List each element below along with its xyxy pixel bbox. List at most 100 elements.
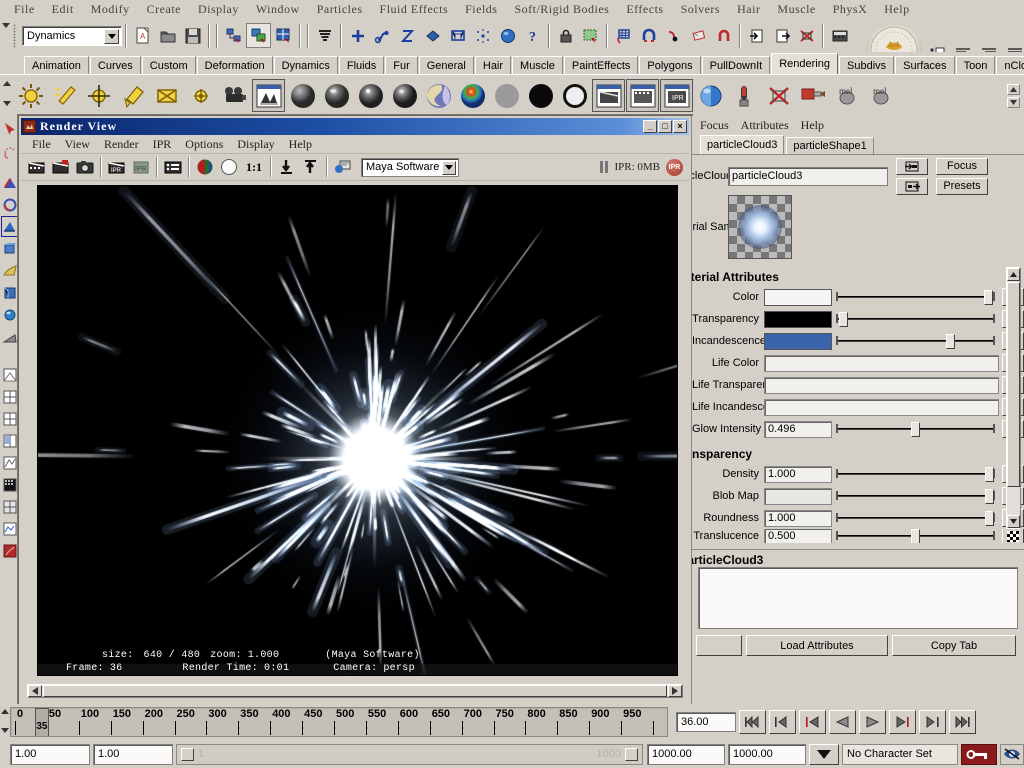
shelf-scroll-grip[interactable] bbox=[0, 77, 14, 115]
minimize-icon[interactable]: _ bbox=[643, 120, 657, 133]
go-to-input-icon[interactable] bbox=[896, 157, 928, 175]
chevron-down-icon[interactable] bbox=[104, 28, 119, 44]
snap-to-cv-icon[interactable] bbox=[445, 23, 470, 48]
scroll-down-icon[interactable] bbox=[1007, 515, 1020, 528]
show-manip-icon[interactable] bbox=[1, 282, 19, 303]
shelf-tab-general[interactable]: General bbox=[418, 56, 474, 74]
select-tool-icon[interactable] bbox=[1, 118, 19, 139]
play-backwards-button[interactable] bbox=[829, 710, 856, 734]
playback-end-field[interactable]: 1000.00 bbox=[647, 743, 725, 765]
menu-effects[interactable]: Effects bbox=[618, 1, 672, 18]
spot-light-icon[interactable] bbox=[116, 79, 149, 112]
menu-soft-rigid-bodies[interactable]: Soft/Rigid Bodies bbox=[506, 1, 618, 18]
menu-display[interactable]: Display bbox=[190, 1, 248, 18]
shelf-tab-fluids[interactable]: Fluids bbox=[338, 56, 385, 74]
ambient-light-icon[interactable] bbox=[14, 79, 47, 112]
render-sequence-icon[interactable] bbox=[626, 79, 659, 112]
menu-particles[interactable]: Particles bbox=[309, 1, 372, 18]
pause-icon[interactable] bbox=[600, 161, 609, 173]
color-swatch-transparency[interactable] bbox=[764, 310, 832, 328]
shelf-tab-animation[interactable]: Animation bbox=[24, 56, 89, 74]
tab-particlecloud3[interactable]: particleCloud3 bbox=[700, 135, 785, 154]
layout-outliner-persp-icon[interactable] bbox=[1, 430, 19, 451]
layout-persp-outliner-icon[interactable] bbox=[1, 518, 19, 539]
slider-transparency[interactable] bbox=[836, 311, 995, 328]
export-icon[interactable] bbox=[769, 23, 794, 48]
uniform-field-icon[interactable] bbox=[711, 23, 736, 48]
focus-button[interactable]: Focus bbox=[936, 157, 988, 175]
menu-set-selector[interactable]: Dynamics bbox=[22, 25, 122, 46]
ipr-render-region-icon[interactable]: IPR bbox=[105, 156, 129, 179]
render-view-title-bar[interactable]: Render View _ □ × bbox=[21, 118, 689, 135]
select-by-hierarchy-icon[interactable] bbox=[221, 23, 246, 48]
ipr-stop-icon[interactable]: IPR bbox=[129, 156, 153, 179]
import-icon[interactable] bbox=[744, 23, 769, 48]
lock-icon[interactable] bbox=[553, 23, 578, 48]
layout-persp-graph-icon[interactable] bbox=[1, 452, 19, 473]
menu-modify[interactable]: Modify bbox=[83, 1, 139, 18]
range-right-handle[interactable] bbox=[625, 747, 638, 761]
current-frame-field[interactable]: 36.00 bbox=[676, 712, 736, 732]
keep-image-icon[interactable] bbox=[275, 156, 299, 179]
snap-align-icon[interactable] bbox=[1, 326, 19, 347]
step-forward-key-button[interactable] bbox=[919, 710, 946, 734]
attr-menu-focus[interactable]: Focus bbox=[694, 117, 735, 134]
select-by-object-type-icon[interactable] bbox=[246, 23, 271, 48]
menu-hair[interactable]: Hair bbox=[729, 1, 769, 18]
render-view-menu-help[interactable]: Help bbox=[282, 136, 319, 153]
range-left-handle[interactable] bbox=[181, 747, 194, 761]
volume-field-icon[interactable] bbox=[686, 23, 711, 48]
surface-shader-icon[interactable] bbox=[524, 79, 557, 112]
scrollbar-thumb[interactable] bbox=[43, 685, 667, 697]
render-settings-icon[interactable] bbox=[161, 156, 185, 179]
menu-edit[interactable]: Edit bbox=[44, 1, 83, 18]
shelf-tab-ncloth[interactable]: nCloth bbox=[996, 56, 1024, 74]
glow-intensity-field[interactable]: 0.496 bbox=[764, 420, 832, 438]
animation-preferences-icon[interactable] bbox=[1000, 743, 1024, 765]
phong-e-material-icon[interactable] bbox=[388, 79, 421, 112]
step-back-key-button[interactable] bbox=[769, 710, 796, 734]
render-view-menu-render[interactable]: Render bbox=[97, 136, 146, 153]
attr-menu-help[interactable]: Help bbox=[795, 117, 830, 134]
range-start-field[interactable]: 1.00 bbox=[10, 743, 90, 765]
play-forwards-button[interactable] bbox=[859, 710, 886, 734]
snap-to-grid-icon[interactable] bbox=[345, 23, 370, 48]
copy-tab-button[interactable]: Copy Tab bbox=[892, 635, 1016, 656]
field-grid-icon[interactable] bbox=[611, 23, 636, 48]
render-globals-icon[interactable] bbox=[495, 23, 520, 48]
slider-glow-intensity[interactable] bbox=[836, 421, 995, 438]
shelf-tab-curves[interactable]: Curves bbox=[89, 56, 141, 74]
ipr-render-icon[interactable]: IPR bbox=[660, 79, 693, 112]
help-question-icon[interactable]: ? bbox=[520, 23, 545, 48]
menu-physx[interactable]: PhysX bbox=[825, 1, 877, 18]
layout-hypershade-persp-icon[interactable] bbox=[1, 474, 19, 495]
time-slider-grip[interactable] bbox=[0, 706, 10, 738]
shelf-tab-pulldownit[interactable]: PullDownIt bbox=[701, 56, 771, 74]
open-scene-icon[interactable] bbox=[155, 23, 180, 48]
universal-manip-icon[interactable] bbox=[1, 238, 19, 259]
transparency-section-header[interactable]: Transparency bbox=[692, 444, 1024, 463]
blinn-material-icon[interactable] bbox=[320, 79, 353, 112]
range-slider-track[interactable]: 1 1000 bbox=[176, 743, 643, 765]
delete-cache-icon[interactable] bbox=[794, 23, 819, 48]
menu-muscle[interactable]: Muscle bbox=[769, 1, 824, 18]
scrollbar-thumb[interactable] bbox=[1007, 282, 1020, 487]
playblast-icon[interactable] bbox=[827, 23, 852, 48]
render-globals-settings-icon[interactable] bbox=[694, 79, 727, 112]
material-sample-swatch[interactable] bbox=[728, 195, 792, 259]
construction-history-icon[interactable] bbox=[470, 23, 495, 48]
go-to-start-button[interactable] bbox=[739, 710, 766, 734]
slider-incandescence[interactable] bbox=[836, 333, 995, 350]
redo-render-icon[interactable] bbox=[25, 156, 49, 179]
render-view-menu-view[interactable]: View bbox=[58, 136, 97, 153]
shelf-tab-subdivs[interactable]: Subdivs bbox=[839, 56, 895, 74]
directional-light-icon[interactable] bbox=[48, 79, 81, 112]
display-render-settings-icon[interactable] bbox=[331, 156, 355, 179]
shelf-overflow-scroll[interactable] bbox=[1007, 78, 1021, 114]
auto-keyframe-toggle[interactable] bbox=[961, 743, 997, 765]
tab-particleshape1[interactable]: particleShape1 bbox=[786, 137, 874, 154]
render-view-menu-file[interactable]: File bbox=[25, 136, 58, 153]
selection-mask-icon[interactable] bbox=[578, 23, 603, 48]
menu-help[interactable]: Help bbox=[876, 1, 918, 18]
translucence-field[interactable]: 0.500 bbox=[764, 529, 832, 543]
